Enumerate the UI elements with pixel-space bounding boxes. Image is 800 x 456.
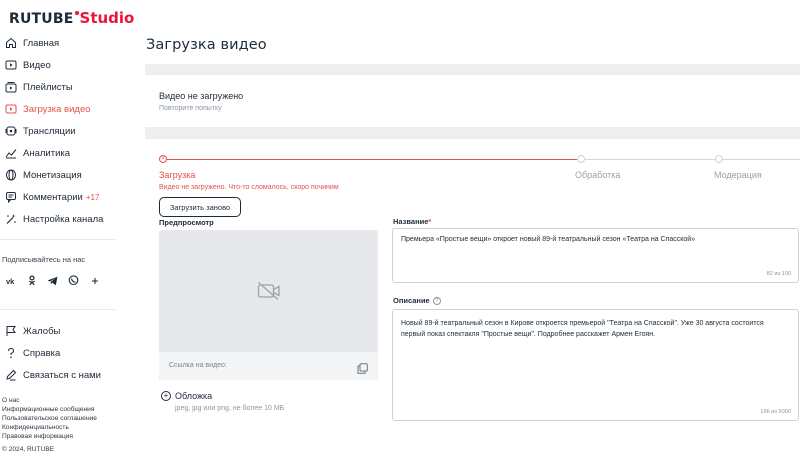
description-field-label-text: Описание [393, 296, 430, 305]
description-field-label: Описание? [393, 296, 441, 306]
footer-link-user-agreement[interactable]: Пользовательское соглашение [2, 414, 97, 423]
footer-link-about[interactable]: О нас [2, 396, 97, 405]
sidebar-item-label: Настройка канала [23, 213, 104, 225]
contact-icon [4, 369, 17, 382]
title-input[interactable]: Премьера «Простые вещи» откроет новый 89… [392, 228, 799, 283]
retry-upload-button[interactable]: Загрузить заново [159, 197, 241, 217]
description-value: Новый 89-й театральный сезон в Кирове от… [401, 320, 764, 338]
title-input-value: Премьера «Простые вещи» откроет новый 89… [401, 236, 696, 243]
step-error-message: Видео не загружено. Что-то сломалось, ск… [159, 184, 339, 191]
upload-error-subtitle: Повторите попытку [159, 105, 222, 112]
page-title: Загрузка видео [146, 37, 267, 53]
follow-us-label: Подписывайтесь на нас [2, 255, 86, 264]
sidebar-item-label: Аналитика [23, 147, 71, 159]
sidebar-secondary-nav: Жалобы Справка Связаться с нами [0, 320, 130, 386]
sidebar-item-label: Трансляции [23, 125, 76, 137]
sidebar-nav: Главная Видео Плейлисты Загрузка видео Т… [0, 32, 130, 240]
video-off-icon [257, 281, 281, 306]
sidebar-item-analytics[interactable]: Аналитика [0, 142, 130, 164]
sidebar-item-monetization[interactable]: Монетизация [0, 164, 130, 186]
sidebar-item-label: Плейлисты [23, 81, 73, 93]
copyright: © 2024, RUTUBE [2, 446, 55, 453]
playlist-icon [4, 81, 17, 94]
sidebar-item-label: Комментарии [23, 191, 83, 203]
footer-link-info-messages[interactable]: Информационные сообщения [2, 405, 97, 414]
comments-count-badge: +17 [85, 192, 100, 202]
footer-link-legal[interactable]: Правовая информация [2, 432, 97, 441]
progress-line [581, 159, 800, 160]
cover-upload-row[interactable]: + Обложка [161, 391, 212, 401]
footer-links: О нас Информационные сообщения Пользоват… [2, 396, 97, 441]
main-content: Загрузка видео Видео не загружено Повтор… [145, 0, 800, 456]
title-char-counter: 82 из 100 [766, 271, 791, 277]
sidebar-item-help[interactable]: Справка [0, 342, 130, 364]
sidebar-divider [0, 239, 116, 240]
upload-error-title: Видео не загружено [159, 91, 244, 101]
sidebar-item-contact[interactable]: Связаться с нами [0, 364, 130, 386]
video-link-label: Ссылка на видео: [169, 362, 227, 369]
progress-line-active [164, 159, 577, 160]
sidebar-divider [0, 309, 116, 310]
telegram-icon[interactable] [44, 272, 61, 289]
home-icon [4, 37, 17, 50]
description-char-counter: 196 из 5000 [760, 409, 791, 415]
sidebar-item-label: Справка [23, 347, 61, 359]
step-moderation-label: Модерация [714, 170, 762, 180]
help-icon [4, 347, 17, 360]
upload-video-icon [4, 103, 17, 116]
channel-settings-icon [4, 213, 17, 226]
svg-text:vk: vk [6, 277, 15, 285]
cover-hint: jpeg, jpg или png, не более 10 МБ [175, 405, 285, 412]
upload-steps-card: × Загрузка Обработка Модерация Видео не … [145, 139, 800, 456]
sidebar-item-playlists[interactable]: Плейлисты [0, 76, 130, 98]
ok-icon[interactable] [23, 272, 40, 289]
sidebar-item-comments[interactable]: Комментарии +17 [0, 186, 130, 208]
sidebar-item-label: Главная [23, 37, 60, 49]
video-icon [4, 59, 17, 72]
flag-icon [4, 325, 17, 338]
broadcast-icon [4, 125, 17, 138]
footer-link-privacy[interactable]: Конфиденциальность [2, 423, 97, 432]
more-socials-icon[interactable] [86, 272, 103, 289]
comments-icon [4, 191, 17, 204]
analytics-icon [4, 147, 17, 160]
add-cover-icon[interactable]: + [161, 391, 171, 401]
step-upload-label: Загрузка [159, 170, 196, 180]
sidebar-item-label: Видео [23, 59, 51, 71]
upload-error-card: Видео не загружено Повторите попытку [145, 75, 800, 127]
logo-dot [74, 11, 79, 15]
sidebar-item-upload-video[interactable]: Загрузка видео [0, 98, 130, 120]
step-pending-icon [577, 155, 585, 163]
required-mark: * [428, 217, 432, 226]
sidebar-item-label: Связаться с нами [23, 369, 101, 381]
viber-icon[interactable] [65, 272, 82, 289]
rutube-studio-logo[interactable]: RUTUBE Studio [9, 9, 134, 27]
logo-rutube-text: RUTUBE [9, 11, 74, 27]
sidebar: RUTUBE Studio Главная Видео Плейлисты За… [0, 0, 134, 456]
step-pending-icon [715, 155, 723, 163]
title-field-label: Название* [393, 217, 431, 226]
sidebar-item-channel-settings[interactable]: Настройка канала [0, 208, 130, 230]
title-field-label-text: Название [393, 217, 429, 226]
step-error-icon: × [159, 155, 167, 163]
cover-label: Обложка [175, 391, 213, 401]
sidebar-item-label: Жалобы [23, 325, 61, 337]
social-links: vk [2, 272, 103, 289]
preview-label: Предпросмотр [159, 218, 214, 227]
sidebar-item-complaints[interactable]: Жалобы [0, 320, 130, 342]
info-icon[interactable]: ? [432, 297, 441, 306]
sidebar-item-video[interactable]: Видео [0, 54, 130, 76]
monetization-icon [4, 169, 17, 182]
sidebar-item-home[interactable]: Главная [0, 32, 130, 54]
sidebar-item-broadcasts[interactable]: Трансляции [0, 120, 130, 142]
description-textarea[interactable]: Новый 89-й театральный сезон в Кирове от… [392, 309, 799, 421]
copy-icon[interactable] [357, 361, 368, 379]
sidebar-item-label: Монетизация [23, 169, 82, 181]
logo-studio-text: Studio [79, 9, 135, 27]
step-processing-label: Обработка [575, 170, 621, 180]
video-link-row: Ссылка на видео: [159, 352, 378, 380]
vk-icon[interactable]: vk [2, 272, 19, 289]
sidebar-item-label: Загрузка видео [23, 103, 91, 115]
